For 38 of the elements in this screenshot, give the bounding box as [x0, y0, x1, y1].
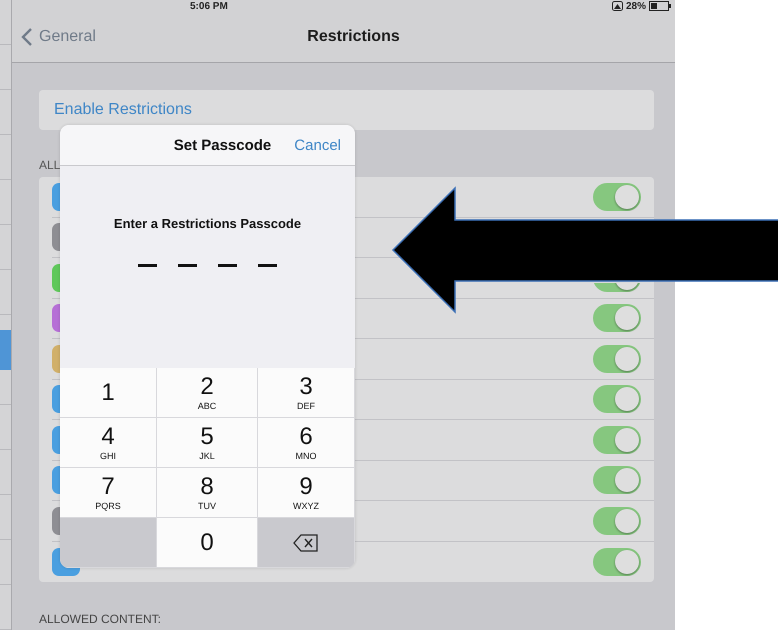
status-time: 5:06 PM — [190, 0, 228, 12]
keypad-key[interactable]: 2 ABC — [157, 368, 258, 418]
keypad-key[interactable]: 0 — [157, 518, 258, 568]
passcode-slot — [258, 264, 277, 267]
section-header: ALL — [39, 158, 62, 171]
delete-key[interactable] — [258, 518, 355, 568]
section-header: ALLOWED CONTENT: — [39, 612, 162, 626]
keypad-key[interactable]: 5 JKL — [157, 418, 258, 468]
enable-restrictions-label: Enable Restrictions — [54, 101, 192, 119]
nav-title: Restrictions — [307, 28, 400, 46]
toggle-switch[interactable] — [593, 304, 641, 332]
toggle-switch[interactable] — [593, 506, 641, 534]
cancel-button[interactable]: Cancel — [294, 136, 341, 154]
passcode-slot — [218, 264, 237, 267]
battery-percent: 28% — [626, 0, 646, 12]
backspace-icon — [293, 534, 319, 552]
keypad-key[interactable]: 9 WXYZ — [258, 468, 355, 518]
keypad-key[interactable]: 7 PQRS — [60, 468, 157, 518]
dialog-title: Set Passcode — [174, 136, 272, 154]
keypad-key[interactable]: 1 — [60, 368, 157, 418]
passcode-slot — [178, 264, 197, 267]
keypad-key[interactable]: 4 GHI — [60, 418, 157, 468]
toggle-switch[interactable] — [593, 344, 641, 372]
keypad-key[interactable]: 6 MNO — [258, 418, 355, 468]
keypad-key[interactable]: 8 TUV — [157, 468, 258, 518]
sidebar-selection — [0, 330, 11, 370]
passcode-slot — [138, 264, 157, 267]
toggle-switch[interactable] — [593, 466, 641, 494]
keypad-key[interactable]: 3 DEF — [258, 368, 355, 418]
toggle-switch[interactable] — [593, 385, 641, 413]
passcode-prompt: Enter a Restrictions Passcode — [114, 216, 302, 231]
chevron-left-icon — [21, 27, 33, 47]
lock-rotation-icon — [612, 1, 623, 11]
toggle-switch[interactable] — [593, 548, 641, 576]
toggle-switch[interactable] — [593, 426, 641, 454]
toggle-switch[interactable] — [593, 182, 641, 210]
toggle-switch[interactable] — [593, 282, 641, 292]
battery-icon — [649, 1, 671, 11]
